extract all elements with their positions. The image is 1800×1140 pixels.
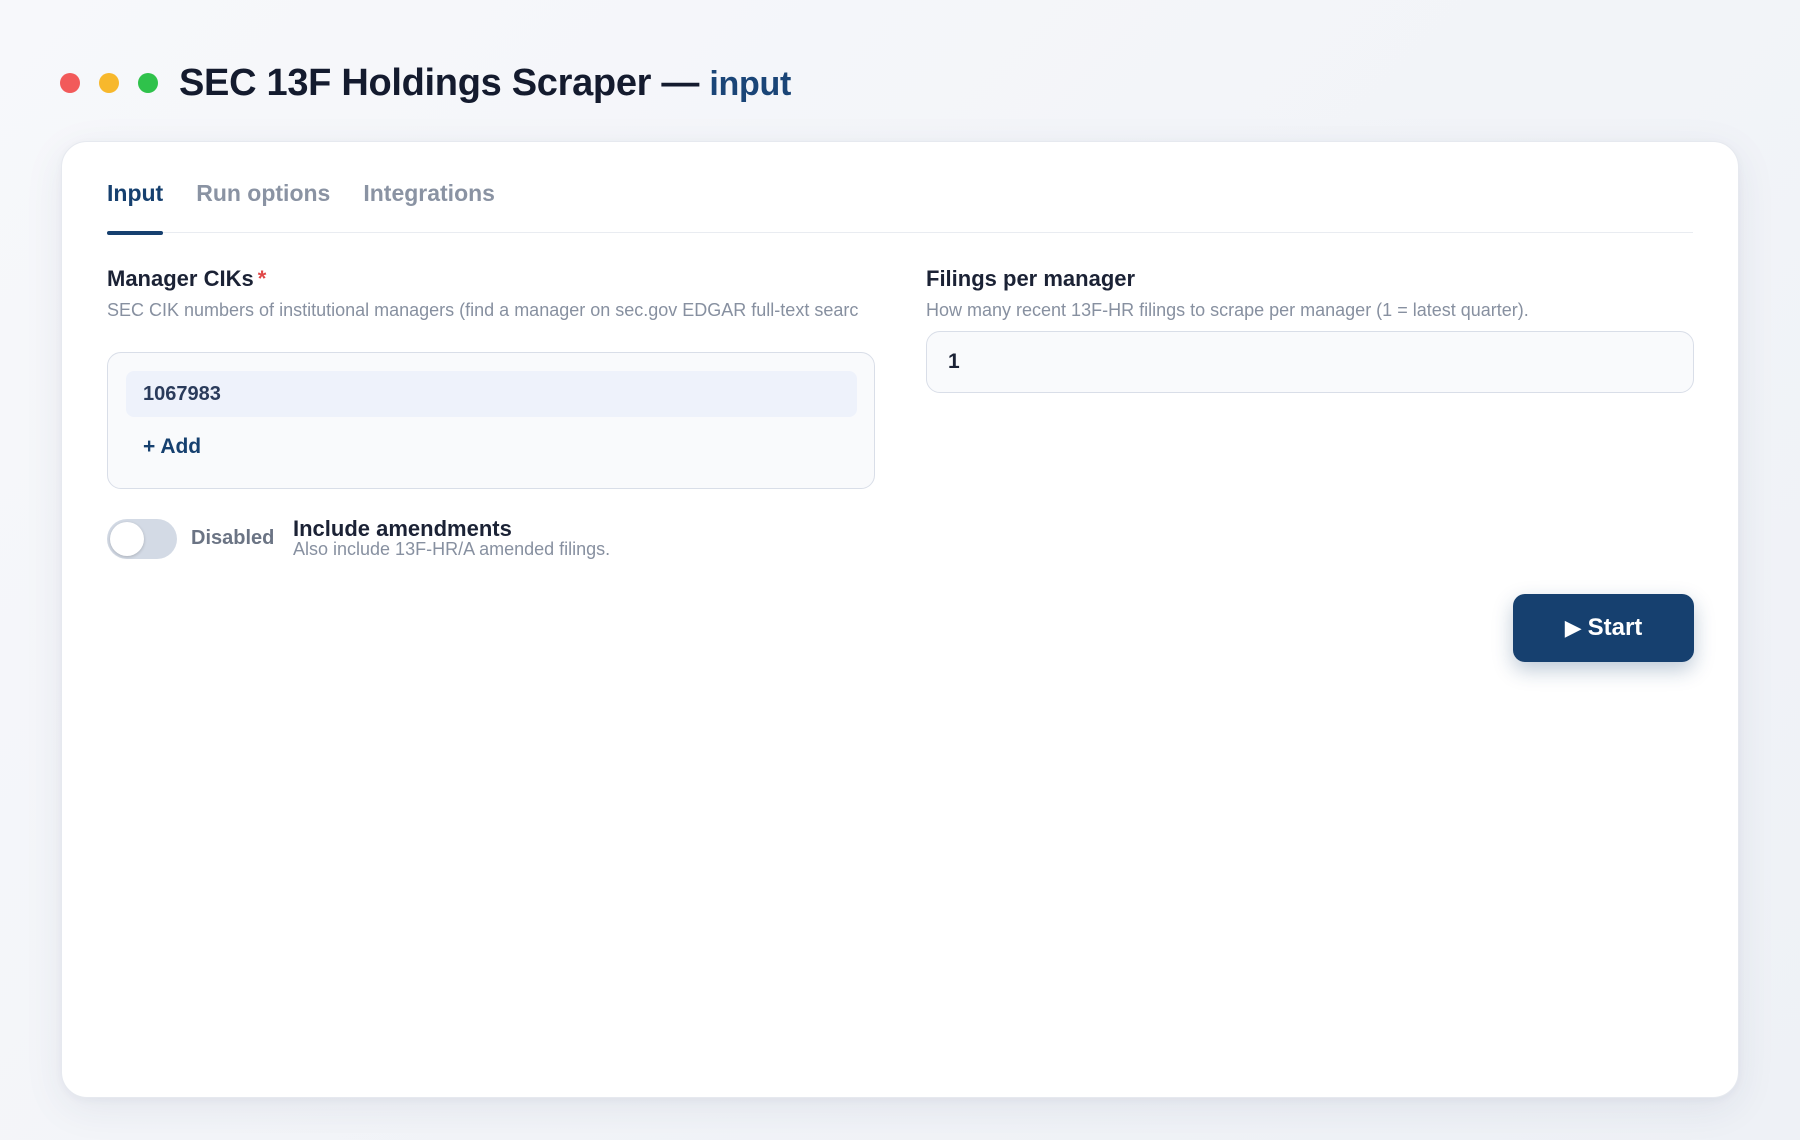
manager-ciks-label-text: Manager CIKs [107, 266, 254, 291]
manager-ciks-help: SEC CIK numbers of institutional manager… [107, 300, 859, 320]
title-bar: SEC 13F Holdings Scraper — input [60, 58, 791, 108]
toggle-knob [110, 522, 144, 556]
minimize-window-dot[interactable] [99, 73, 119, 93]
toggle-state-label: Disabled [191, 527, 275, 549]
filings-per-manager-input[interactable]: 1 [926, 331, 1694, 393]
filings-per-manager-help: How many recent 13F-HR filings to scrape… [926, 300, 1529, 320]
tab-integrations[interactable]: Integrations [363, 178, 495, 233]
play-icon: ▶ [1564, 615, 1582, 640]
maximize-window-dot[interactable] [138, 73, 158, 93]
include-amendments-toggle[interactable] [107, 519, 177, 559]
include-amendments-description: Also include 13F-HR/A amended filings. [293, 539, 611, 559]
start-button-label: Start [1587, 614, 1643, 641]
tab-bar: Input Run options Integrations [107, 178, 1693, 235]
filings-per-manager-label: Filings per manager [926, 266, 1136, 291]
close-window-dot[interactable] [60, 73, 80, 93]
start-button[interactable]: ▶ Start [1513, 594, 1694, 662]
add-cik-button[interactable]: + Add [143, 435, 201, 459]
input-card: Input Run options Integrations Manager C… [61, 141, 1739, 1098]
page-title-text: SEC 13F Holdings Scraper — [179, 61, 700, 104]
required-marker: * [257, 266, 267, 291]
manager-ciks-label: Manager CIKs * [107, 266, 266, 292]
page-subtitle: input [709, 64, 791, 103]
manager-ciks-list: 1067983 + Add [107, 352, 875, 489]
tab-run-options[interactable]: Run options [196, 178, 330, 233]
tab-input[interactable]: Input [107, 178, 164, 235]
page-title: SEC 13F Holdings Scraper — input [179, 62, 791, 105]
cik-list-item[interactable]: 1067983 [126, 371, 857, 417]
